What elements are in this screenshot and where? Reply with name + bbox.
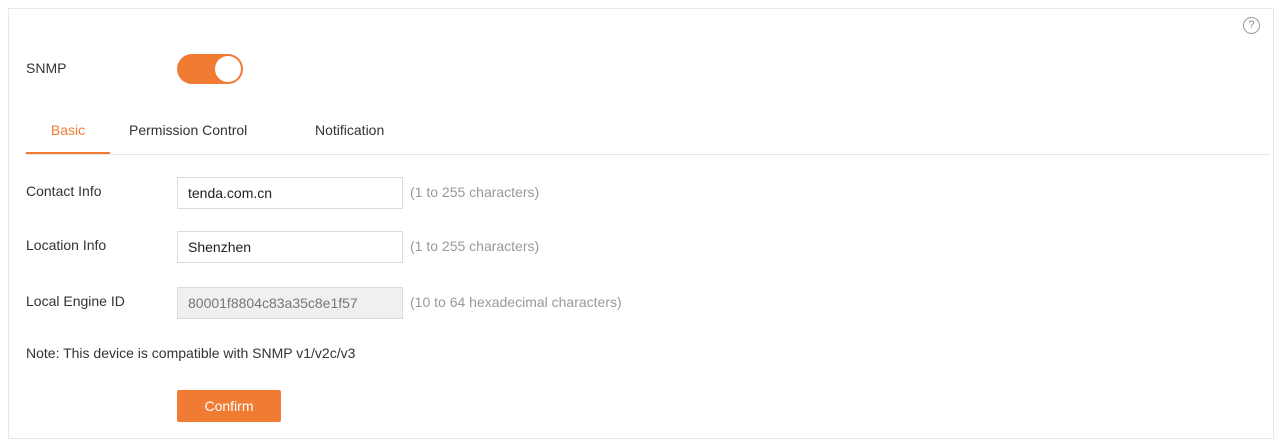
local-engine-id-hint: (10 to 64 hexadecimal characters) xyxy=(410,294,622,310)
snmp-label: SNMP xyxy=(26,60,67,76)
tab-permission-control[interactable]: Permission Control xyxy=(129,117,247,154)
tab-bar: Basic Permission Control Notification xyxy=(26,117,1270,155)
toggle-knob xyxy=(215,56,241,82)
contact-info-hint: (1 to 255 characters) xyxy=(410,184,540,200)
help-icon[interactable]: ? xyxy=(1243,17,1260,34)
confirm-button[interactable]: Confirm xyxy=(177,390,281,422)
local-engine-id-label: Local Engine ID xyxy=(26,293,125,309)
tab-basic-label: Basic xyxy=(50,122,86,138)
local-engine-id-input xyxy=(177,287,403,319)
contact-info-label: Contact Info xyxy=(26,183,102,199)
active-tab-indicator xyxy=(26,152,110,154)
location-info-input[interactable] xyxy=(177,231,403,263)
tab-permission-control-label: Permission Control xyxy=(129,122,248,138)
tab-notification[interactable]: Notification xyxy=(315,117,384,154)
contact-info-input[interactable] xyxy=(177,177,403,209)
snmp-toggle[interactable] xyxy=(177,54,243,84)
tab-notification-label: Notification xyxy=(315,122,385,138)
tab-basic[interactable]: Basic xyxy=(26,117,110,154)
location-info-label: Location Info xyxy=(26,237,107,253)
location-info-hint: (1 to 255 characters) xyxy=(410,238,540,254)
compatibility-note: Note: This device is compatible with SNM… xyxy=(26,345,356,361)
